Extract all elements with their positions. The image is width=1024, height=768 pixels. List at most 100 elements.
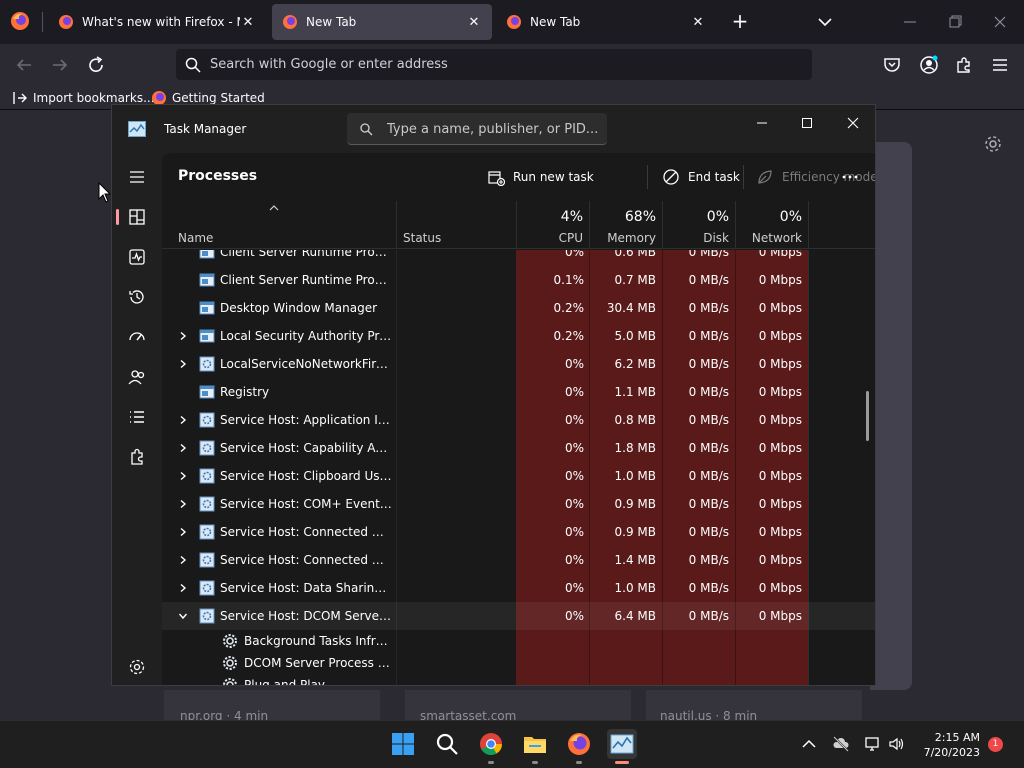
- nav-startup-apps-icon[interactable]: [127, 327, 147, 347]
- column-header-name[interactable]: Name: [178, 231, 213, 245]
- list-all-tabs-chevron-down-icon[interactable]: [815, 12, 835, 32]
- nav-services-puzzle-icon[interactable]: [127, 447, 147, 467]
- window-minimize-icon[interactable]: [900, 12, 920, 32]
- window-restore-icon[interactable]: [945, 12, 965, 32]
- task-manager-taskbar-button[interactable]: [607, 729, 637, 759]
- chevron-right-icon[interactable]: [178, 443, 188, 453]
- process-row[interactable]: Service Host: COM+ Event Sys... 0% 0.9 MB 0…: [162, 490, 875, 518]
- tab-new-tab[interactable]: New Tab ✕: [496, 4, 716, 40]
- nav-performance-icon[interactable]: [127, 247, 147, 267]
- volume-speaker-icon[interactable]: [887, 735, 905, 753]
- account-avatar-icon[interactable]: [919, 55, 939, 75]
- url-bar[interactable]: Search with Google or enter address: [176, 49, 812, 80]
- process-name: Service Host: Connected Devi...: [220, 553, 392, 567]
- extensions-puzzle-icon[interactable]: [954, 55, 974, 75]
- task-manager-close-icon[interactable]: [843, 113, 863, 133]
- chevron-right-icon[interactable]: [178, 499, 188, 509]
- process-row[interactable]: Registry 0% 1.1 MB 0 MB/s 0 Mbps: [162, 378, 875, 406]
- process-row[interactable]: Local Security Authority Proce... 0.2% 5.0…: [162, 322, 875, 350]
- chevron-down-icon[interactable]: [178, 611, 188, 621]
- chevron-right-icon[interactable]: [178, 415, 188, 425]
- process-search-input[interactable]: [387, 119, 597, 139]
- column-divider[interactable]: [808, 201, 809, 249]
- vertical-scrollbar-thumb[interactable]: [866, 391, 869, 441]
- pocket-icon[interactable]: [882, 55, 902, 75]
- child-process-row[interactable]: Plug and Play: [162, 674, 875, 685]
- notification-count-badge[interactable]: 1: [988, 737, 1003, 752]
- window-close-icon[interactable]: [990, 12, 1010, 32]
- file-explorer-taskbar-button[interactable]: [520, 729, 550, 759]
- chevron-right-icon[interactable]: [178, 555, 188, 565]
- process-network: 0 Mbps: [758, 553, 802, 567]
- new-tab-button[interactable]: +: [728, 10, 752, 34]
- process-window-icon: [199, 385, 215, 399]
- run-new-task-icon: [488, 171, 505, 186]
- close-tab-icon[interactable]: ✕: [466, 15, 482, 30]
- forward-arrow-icon[interactable]: [49, 54, 71, 76]
- close-tab-icon[interactable]: ✕: [690, 15, 706, 30]
- process-search-box[interactable]: [347, 113, 607, 145]
- tab-whats-new[interactable]: What's new with Firefox - More ✕: [48, 4, 266, 40]
- nav-details-list-icon[interactable]: [127, 407, 147, 427]
- firefox-taskbar-button[interactable]: [564, 729, 594, 759]
- end-task-button[interactable]: End task: [662, 165, 740, 189]
- search-taskbar-button[interactable]: [432, 729, 462, 759]
- page-title: Processes: [178, 168, 258, 184]
- chevron-right-icon[interactable]: [178, 527, 188, 537]
- nav-hamburger-icon[interactable]: [127, 167, 147, 187]
- process-row[interactable]: Service Host: Data Sharing Ser... 0% 1.0 M…: [162, 574, 875, 602]
- child-process-row[interactable]: DCOM Server Process Lau...: [162, 652, 875, 674]
- process-row[interactable]: Service Host: Capability Acces... 0% 1.8 M…: [162, 434, 875, 462]
- close-tab-icon[interactable]: ✕: [240, 15, 256, 30]
- service-host-icon: [199, 412, 215, 428]
- column-header-disk[interactable]: Disk: [662, 231, 729, 245]
- back-arrow-icon[interactable]: [13, 54, 35, 76]
- tab-new-tab-active[interactable]: New Tab ✕: [272, 4, 492, 40]
- service-host-icon: [199, 356, 215, 372]
- chrome-icon: [480, 733, 502, 755]
- firefox-menu-icon[interactable]: [10, 11, 30, 31]
- column-header-status[interactable]: Status: [403, 231, 441, 245]
- chevron-right-icon[interactable]: [178, 471, 188, 481]
- nav-processes-icon[interactable]: [127, 207, 147, 227]
- column-divider[interactable]: [396, 201, 397, 249]
- process-row[interactable]: Desktop Window Manager 0.2% 30.4 MB 0 MB/s 0…: [162, 294, 875, 322]
- more-options-ellipsis-icon[interactable]: [840, 167, 860, 187]
- process-row[interactable]: Service Host: Connected Devi... 0% 0.9 MB 0…: [162, 518, 875, 546]
- process-row[interactable]: Service Host: Application Infor... 0% 0.8 …: [162, 406, 875, 434]
- sort-caret-up-icon[interactable]: [268, 204, 280, 212]
- task-manager-maximize-icon[interactable]: [797, 113, 817, 133]
- process-row[interactable]: Client Server Runtime Process 0% 0.6 MB 0 M…: [162, 250, 875, 266]
- reload-icon[interactable]: [85, 54, 107, 76]
- running-indicator: [488, 761, 494, 764]
- column-header-memory[interactable]: Memory: [589, 231, 656, 245]
- cloud-sync-off-icon[interactable]: [832, 735, 850, 753]
- chevron-right-icon[interactable]: [178, 583, 188, 593]
- nav-settings-gear-icon[interactable]: [127, 657, 147, 677]
- system-clock[interactable]: 2:15 AM 7/20/2023: [912, 730, 980, 760]
- process-row[interactable]: Client Server Runtime Process 0.1% 0.7 MB 0…: [162, 266, 875, 294]
- nav-users-icon[interactable]: [127, 367, 147, 387]
- hamburger-menu-icon[interactable]: [990, 55, 1010, 75]
- process-row[interactable]: Service Host: DCOM Server Pr... 0% 6.4 MB 0…: [162, 602, 875, 630]
- process-row[interactable]: Service Host: Connected Devi... 0% 1.4 MB 0…: [162, 546, 875, 574]
- process-row[interactable]: Service Host: Clipboard User S... 0% 1.0 M…: [162, 462, 875, 490]
- chevron-right-icon[interactable]: [178, 359, 188, 369]
- start-button[interactable]: [388, 729, 418, 759]
- chrome-taskbar-button[interactable]: [476, 729, 506, 759]
- column-header-network[interactable]: Network: [735, 231, 802, 245]
- task-manager-minimize-icon[interactable]: [752, 113, 772, 133]
- process-table-body: Client Server Runtime Process 0% 0.6 MB 0 M…: [162, 250, 875, 685]
- child-process-row[interactable]: Background Tasks Infrastr...: [162, 630, 875, 652]
- show-hidden-icons-chevron-up-icon[interactable]: [800, 735, 818, 753]
- process-row[interactable]: LocalServiceNoNetworkFirewa... 0% 6.2 MB 0 …: [162, 350, 875, 378]
- customize-gear-icon[interactable]: [983, 134, 1003, 154]
- task-manager-title-bar[interactable]: Task Manager: [112, 105, 875, 153]
- nav-app-history-icon[interactable]: [127, 287, 147, 307]
- active-indicator: [615, 761, 629, 764]
- column-header-cpu[interactable]: CPU: [516, 231, 583, 245]
- network-icon[interactable]: [863, 735, 881, 753]
- network-total-percent: 0%: [779, 209, 802, 225]
- chevron-right-icon[interactable]: [178, 331, 188, 341]
- run-new-task-button[interactable]: Run new task: [487, 165, 594, 189]
